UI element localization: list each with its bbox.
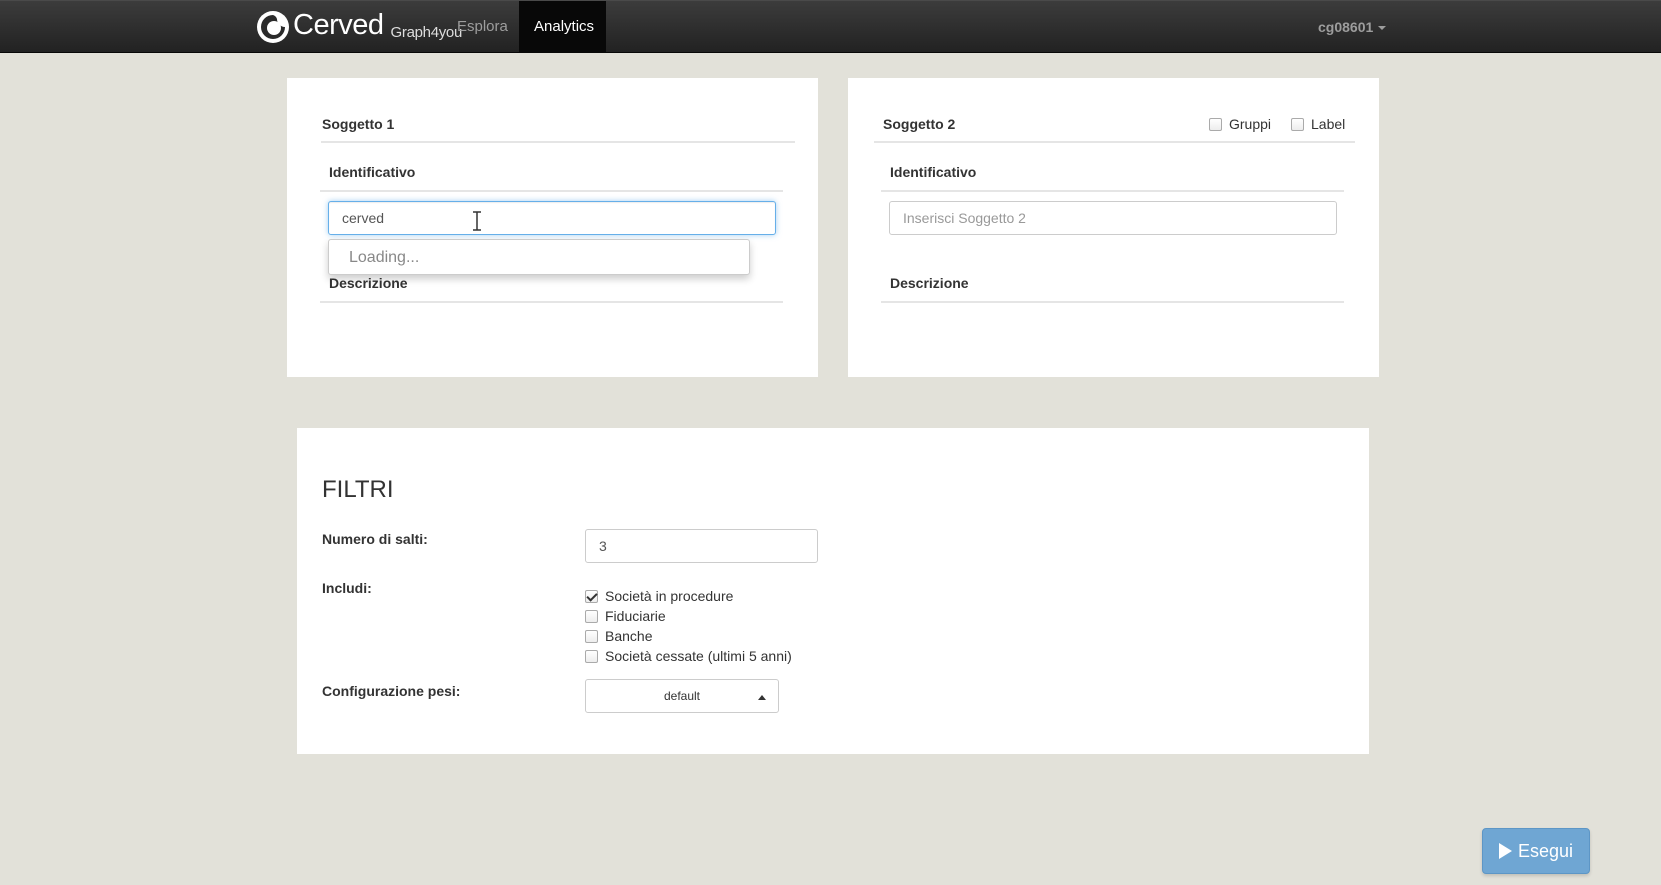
divider bbox=[321, 141, 795, 143]
divider bbox=[881, 190, 1344, 192]
checkbox-icon[interactable] bbox=[1209, 117, 1222, 131]
subject2-title: Soggetto 2 bbox=[883, 116, 956, 132]
include-option-cessate[interactable]: Società cessate (ultimi 5 anni) bbox=[585, 646, 792, 666]
divider bbox=[874, 141, 1355, 143]
checkbox-icon[interactable] bbox=[1291, 117, 1304, 131]
gruppi-label: Gruppi bbox=[1229, 116, 1272, 132]
run-button-label: Esegui bbox=[1517, 840, 1574, 861]
autocomplete-dropdown: Loading... bbox=[328, 239, 750, 275]
weights-select-value: default bbox=[663, 689, 701, 703]
label-checkbox[interactable]: Label bbox=[1291, 116, 1345, 132]
nav-esplora[interactable]: Esplora bbox=[442, 1, 523, 53]
include-option-label: Società cessate (ultimi 5 anni) bbox=[605, 648, 792, 664]
label-label: Label bbox=[1311, 116, 1346, 132]
include-label: Includi: bbox=[322, 580, 372, 596]
include-option-label: Fiduciarie bbox=[605, 608, 666, 624]
user-menu[interactable]: cg08601 bbox=[1318, 1, 1387, 53]
hops-input[interactable] bbox=[585, 529, 818, 563]
checkbox-checked-icon[interactable] bbox=[585, 589, 598, 603]
filters-title: FILTRI bbox=[322, 476, 394, 503]
subject2-desc-label: Descrizione bbox=[890, 275, 969, 291]
weights-label: Configurazione pesi: bbox=[322, 683, 461, 699]
include-option-label: Società in procedure bbox=[605, 588, 734, 604]
subject1-title: Soggetto 1 bbox=[322, 116, 395, 132]
filters-panel: FILTRI Numero di salti: Includi: Società… bbox=[297, 428, 1369, 754]
include-option-procedure[interactable]: Società in procedure bbox=[585, 586, 792, 606]
subject1-desc-label: Descrizione bbox=[329, 275, 408, 291]
caret-up-icon bbox=[758, 695, 766, 700]
top-navbar: Cerved Graph4you Esplora Analytics cg086… bbox=[0, 0, 1661, 53]
weights-select[interactable]: default bbox=[585, 679, 779, 713]
checkbox-icon[interactable] bbox=[585, 629, 598, 643]
subject2-id-label: Identificativo bbox=[890, 164, 977, 180]
checkbox-icon[interactable] bbox=[585, 609, 598, 623]
user-name: cg08601 bbox=[1318, 19, 1374, 35]
brand[interactable]: Cerved Graph4you bbox=[256, 9, 462, 45]
caret-down-icon bbox=[1378, 26, 1387, 31]
hops-label: Numero di salti: bbox=[322, 531, 428, 547]
play-icon bbox=[1498, 843, 1512, 859]
subject1-search-input[interactable] bbox=[328, 201, 776, 235]
divider bbox=[320, 190, 783, 192]
subject1-id-label: Identificativo bbox=[329, 164, 416, 180]
text-cursor-icon bbox=[473, 211, 481, 231]
subject2-search-input[interactable] bbox=[889, 201, 1337, 235]
include-option-banche[interactable]: Banche bbox=[585, 626, 792, 646]
cerved-logo-icon bbox=[257, 11, 289, 43]
nav-analytics[interactable]: Analytics bbox=[519, 1, 606, 53]
checkbox-icon[interactable] bbox=[585, 649, 598, 663]
include-option-label: Banche bbox=[605, 628, 653, 644]
run-button[interactable]: Esegui bbox=[1482, 828, 1590, 874]
gruppi-checkbox[interactable]: Gruppi bbox=[1209, 116, 1271, 132]
divider bbox=[320, 301, 783, 303]
divider bbox=[881, 301, 1344, 303]
brand-name: Cerved bbox=[293, 8, 384, 41]
include-option-fiduciarie[interactable]: Fiduciarie bbox=[585, 606, 792, 626]
include-options: Società in procedure Fiduciarie Banche S… bbox=[585, 586, 792, 666]
